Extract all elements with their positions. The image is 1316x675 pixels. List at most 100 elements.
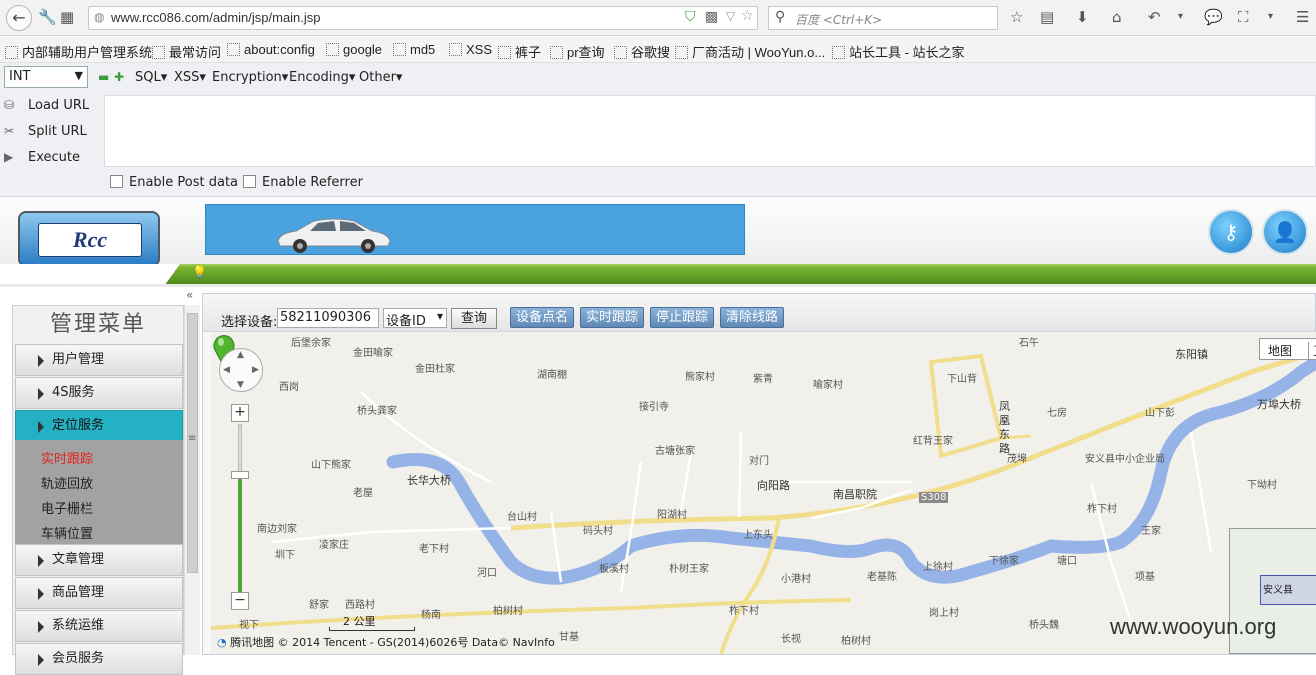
bookmark-item[interactable]: md5 xyxy=(393,42,435,57)
download-icon[interactable]: ⬇ xyxy=(1076,8,1089,26)
menu-sql[interactable]: SQL▾ xyxy=(135,70,167,85)
back-button[interactable]: ← xyxy=(6,5,32,31)
map-label: 湖南棚 xyxy=(537,370,567,381)
zoom-out-button[interactable]: − xyxy=(231,592,249,610)
map-type-switch[interactable]: 地图 卫 xyxy=(1259,338,1316,360)
sidebar-item-member-service[interactable]: 会员服务 xyxy=(15,643,183,675)
map-label: 朴树王家 xyxy=(669,564,709,575)
bookmark-item[interactable]: 最常访问 xyxy=(152,42,221,61)
key-button[interactable]: ⚷ xyxy=(1208,209,1254,255)
submenu-vehicle-location[interactable]: 车辆位置 xyxy=(41,523,93,542)
home-icon[interactable]: ⌂ xyxy=(1112,8,1122,26)
pan-right-icon[interactable]: ▶ xyxy=(252,365,259,375)
load-url-button[interactable]: ⛁ Load URL xyxy=(0,98,100,113)
map-label: 台山村 xyxy=(507,512,537,523)
url-bar[interactable]: ◍ www.rcc086.com/admin/jsp/main.jsp ⛉ ▩ … xyxy=(88,6,758,30)
sidebar-item-4s-service[interactable]: 4S服务 xyxy=(15,377,183,409)
rcc-logo[interactable]: Rcc xyxy=(18,211,160,267)
map-type-satellite[interactable]: 卫 xyxy=(1308,342,1316,359)
sidebar-scrollbar[interactable]: ≡ xyxy=(184,305,200,655)
map-label: 上徐村 xyxy=(923,562,953,573)
bookmark-star-icon[interactable]: ☆ xyxy=(741,8,754,24)
overview-viewport[interactable]: 安义县 xyxy=(1260,575,1316,605)
bookmark-item[interactable]: 站长工具 - 站长之家 xyxy=(832,42,965,61)
bookmark-item[interactable]: 裤子 xyxy=(498,42,541,61)
user-button[interactable]: 👤 xyxy=(1262,209,1308,255)
map-label: 桥头龚家 xyxy=(357,406,397,417)
bookmark-item[interactable]: 内部辅助用户管理系统 xyxy=(5,42,152,61)
dropdown-icon[interactable]: ▽ xyxy=(726,9,735,23)
device-input[interactable]: 58211090306 xyxy=(277,308,379,328)
bookmark-item[interactable]: XSS xyxy=(449,42,492,57)
menu-xss[interactable]: XSS▾ xyxy=(174,70,206,85)
pan-down-icon[interactable]: ▼ xyxy=(237,380,244,390)
map-label: 下徐家 xyxy=(989,556,1019,567)
zoom-slider-handle[interactable] xyxy=(231,471,249,479)
type-select[interactable]: INT ▼ xyxy=(4,66,88,88)
clear-route-button[interactable]: 清除线路 xyxy=(720,307,785,328)
qr-code-icon[interactable]: ▩ xyxy=(705,9,718,25)
map-label: 王家 xyxy=(1141,526,1161,537)
tools-icon[interactable]: 🔧 xyxy=(38,8,57,26)
query-button[interactable]: 查询 xyxy=(451,308,497,329)
sidebar-item-user-management[interactable]: 用户管理 xyxy=(15,344,183,376)
zoom-in-button[interactable]: + xyxy=(231,404,249,422)
menu-other[interactable]: Other▾ xyxy=(359,70,402,85)
map-label: 下山背 xyxy=(947,374,977,385)
map-label: 后堡余家 xyxy=(291,338,331,349)
device-type-select[interactable]: 设备ID xyxy=(383,308,447,329)
submenu-realtime-tracking[interactable]: 实时跟踪 xyxy=(41,448,93,467)
bookmark-icon xyxy=(152,46,165,59)
pan-left-icon[interactable]: ◀ xyxy=(223,365,230,375)
map-label: 岗上村 xyxy=(929,608,959,619)
plus-icon[interactable]: ✚ xyxy=(114,70,124,84)
map-label: 红背王家 xyxy=(913,436,953,447)
star-icon[interactable]: ☆ xyxy=(1010,8,1023,26)
map-label: 古塘张家 xyxy=(655,446,695,457)
map-label: 柏树村 xyxy=(841,636,871,647)
submenu-geofence[interactable]: 电子栅栏 xyxy=(41,498,93,517)
hackbar-url-textarea[interactable] xyxy=(104,95,1316,167)
sidebar-item-location-service[interactable]: 定位服务 xyxy=(15,410,183,442)
bookmark-item[interactable]: 谷歌搜 xyxy=(614,42,670,61)
bookmark-item[interactable]: 厂商活动 | WooYun.o... xyxy=(675,42,825,61)
sidebar-item-article-management[interactable]: 文章管理 xyxy=(15,544,183,576)
pan-control[interactable]: ▲ ◀ ▶ ▼ xyxy=(219,348,263,392)
search-box[interactable]: ⚲ 百度 <Ctrl+K> xyxy=(768,6,998,30)
crop-icon[interactable]: ⛶ xyxy=(1238,8,1249,26)
chat-icon[interactable]: 💬 xyxy=(1204,8,1223,26)
bookmark-item[interactable]: about:config xyxy=(227,42,315,57)
map-type-map[interactable]: 地图 xyxy=(1268,342,1292,359)
bookmark-item[interactable]: google xyxy=(326,42,382,57)
realtime-tracking-button[interactable]: 实时跟踪 xyxy=(580,307,645,328)
chevron-down-icon[interactable]: ▾ xyxy=(1178,8,1183,26)
bookmark-item[interactable]: pr查询 xyxy=(550,42,605,61)
sidebar-title: 管理菜单 xyxy=(49,312,146,337)
map-canvas[interactable]: 后堡余家 金田喻家 石午 东阳镇 西岗 金田杜家 湖南棚 熊家村 紫青 喻家村 … xyxy=(211,332,1316,654)
menu-encryption[interactable]: Encryption▾ xyxy=(212,70,288,85)
map-label: 项基 xyxy=(1135,572,1155,583)
sidebar-item-product-management[interactable]: 商品管理 xyxy=(15,577,183,609)
undo-icon[interactable]: ↶ xyxy=(1148,8,1161,26)
map-label: 柏树村 xyxy=(493,606,523,617)
execute-button[interactable]: ▶ Execute xyxy=(0,150,100,165)
device-rollcall-button[interactable]: 设备点名 xyxy=(510,307,575,328)
reading-list-icon[interactable]: ▤ xyxy=(1040,8,1054,26)
enable-post-checkbox[interactable]: Enable Post data xyxy=(110,175,238,190)
shield-icon[interactable]: ⛉ xyxy=(685,9,696,25)
map-label: 万埠大桥 xyxy=(1257,398,1301,411)
chevron-down-icon[interactable]: ▾ xyxy=(1268,8,1273,26)
sidebar-item-system-ops[interactable]: 系统运维 xyxy=(15,610,183,642)
submenu-track-playback[interactable]: 轨迹回放 xyxy=(41,473,93,492)
minus-icon[interactable]: ▬ xyxy=(98,70,109,84)
page-icon[interactable]: ▦ xyxy=(60,8,74,26)
map-label: 河口 xyxy=(477,568,497,579)
enable-referrer-checkbox[interactable]: Enable Referrer xyxy=(243,175,363,190)
split-url-button[interactable]: ✂ Split URL xyxy=(0,124,100,139)
collapse-icon[interactable]: « xyxy=(186,288,193,302)
menu-encoding[interactable]: Encoding▾ xyxy=(289,70,355,85)
stop-tracking-button[interactable]: 停止跟踪 xyxy=(650,307,715,328)
menu-icon[interactable]: ☰ xyxy=(1296,8,1309,26)
pan-up-icon[interactable]: ▲ xyxy=(237,350,244,360)
scale-label: 2 公里 xyxy=(343,615,376,628)
